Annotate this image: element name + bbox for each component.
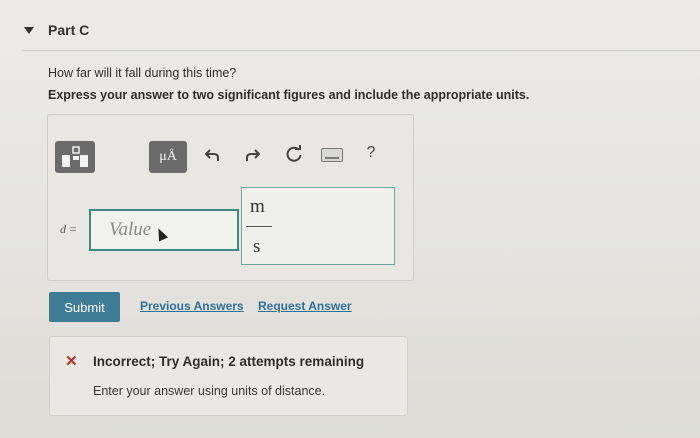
unit-numerator: m: [250, 196, 265, 217]
previous-answers-link[interactable]: Previous Answers: [140, 299, 244, 313]
templates-button[interactable]: [55, 141, 95, 173]
unit-fraction-bar: [246, 226, 272, 227]
part-header[interactable]: Part C: [24, 22, 89, 38]
reset-icon[interactable]: [284, 144, 304, 164]
question-instruction: Express your answer to two significant f…: [48, 88, 530, 102]
request-answer-link[interactable]: Request Answer: [258, 299, 352, 313]
incorrect-x-icon: ✕: [65, 353, 78, 370]
divider: [22, 50, 700, 51]
question-prompt: How far will it fall during this time?: [48, 66, 237, 80]
feedback-message: Enter your answer using units of distanc…: [93, 384, 326, 398]
feedback-title: Incorrect; Try Again; 2 attempts remaini…: [93, 354, 365, 369]
help-icon[interactable]: ?: [364, 143, 378, 163]
templates-icon: [62, 146, 88, 167]
units-button[interactable]: μÅ: [149, 141, 187, 173]
page: Part C How far will it fall during this …: [0, 0, 700, 438]
unit-denominator: s: [253, 236, 261, 257]
keyboard-icon[interactable]: [321, 148, 343, 162]
undo-icon[interactable]: [203, 145, 221, 165]
collapse-caret-icon[interactable]: [24, 26, 34, 34]
submit-button[interactable]: Submit: [49, 292, 120, 322]
variable-label: d =: [60, 222, 78, 236]
feedback-panel: [49, 336, 408, 416]
part-title: Part C: [48, 22, 90, 38]
redo-icon[interactable]: [244, 145, 262, 165]
